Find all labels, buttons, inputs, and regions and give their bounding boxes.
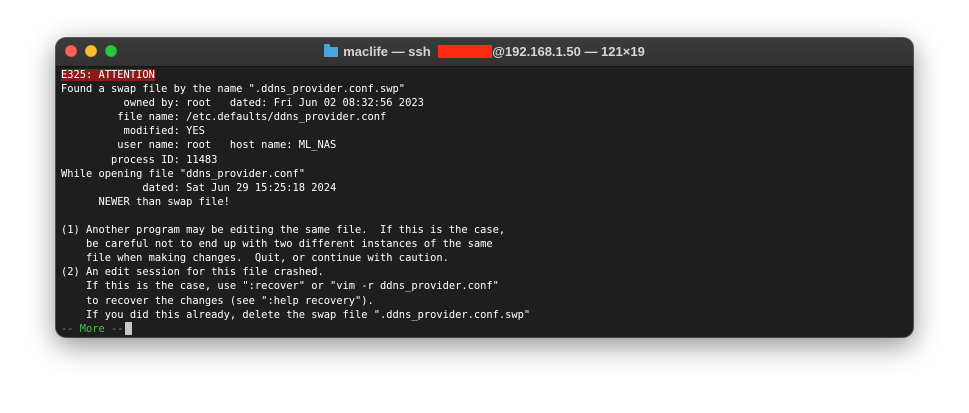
redacted-username <box>438 45 493 58</box>
window-title: maclife — ssh @192.168.1.50 — 121×19 <box>56 38 913 66</box>
terminal-line: (2) An edit session for this file crashe… <box>61 266 324 279</box>
terminal-line: -- More -- <box>61 321 908 336</box>
folder-icon <box>324 44 339 57</box>
terminal-window: maclife — ssh @192.168.1.50 — 121×19 E32… <box>56 38 913 337</box>
terminal-line: dated: Sat Jun 29 15:25:18 2024 <box>61 181 337 194</box>
terminal-line: owned by: root dated: Fri Jun 02 08:32:5… <box>61 97 424 110</box>
window-title-suffix: @192.168.1.50 — 121×19 <box>492 44 645 59</box>
terminal-line: E325: ATTENTION <box>61 68 908 82</box>
terminal-line: file when making changes. Quit, or conti… <box>61 252 449 265</box>
terminal-line: While opening file "ddns_provider.conf" <box>61 167 305 180</box>
terminal-line: user name: root host name: ML_NAS <box>61 139 337 152</box>
window-title-prefix: maclife — ssh <box>343 44 435 59</box>
terminal-line: be careful not to end up with two differ… <box>61 238 493 251</box>
terminal-line: (1) Another program may be editing the s… <box>61 224 506 237</box>
terminal-output[interactable]: E325: ATTENTION Found a swap file by the… <box>61 68 908 336</box>
terminal-line: If this is the case, use ":recover" or "… <box>61 280 499 293</box>
terminal-line: file name: /etc.defaults/ddns_provider.c… <box>61 111 387 124</box>
text-cursor <box>124 321 132 335</box>
terminal-line: If you did this already, delete the swap… <box>61 308 531 321</box>
more-prompt: -- More -- <box>61 322 124 335</box>
terminal-line: modified: YES <box>61 125 205 138</box>
title-bar[interactable]: maclife — ssh @192.168.1.50 — 121×19 <box>56 38 913 67</box>
terminal-line: Found a swap file by the name ".ddns_pro… <box>61 83 406 96</box>
terminal-line: to recover the changes (see ":help recov… <box>61 294 374 307</box>
attention-badge: E325: ATTENTION <box>61 69 155 81</box>
terminal-line: process ID: 11483 <box>61 153 218 166</box>
terminal-line: NEWER than swap file! <box>61 195 230 208</box>
